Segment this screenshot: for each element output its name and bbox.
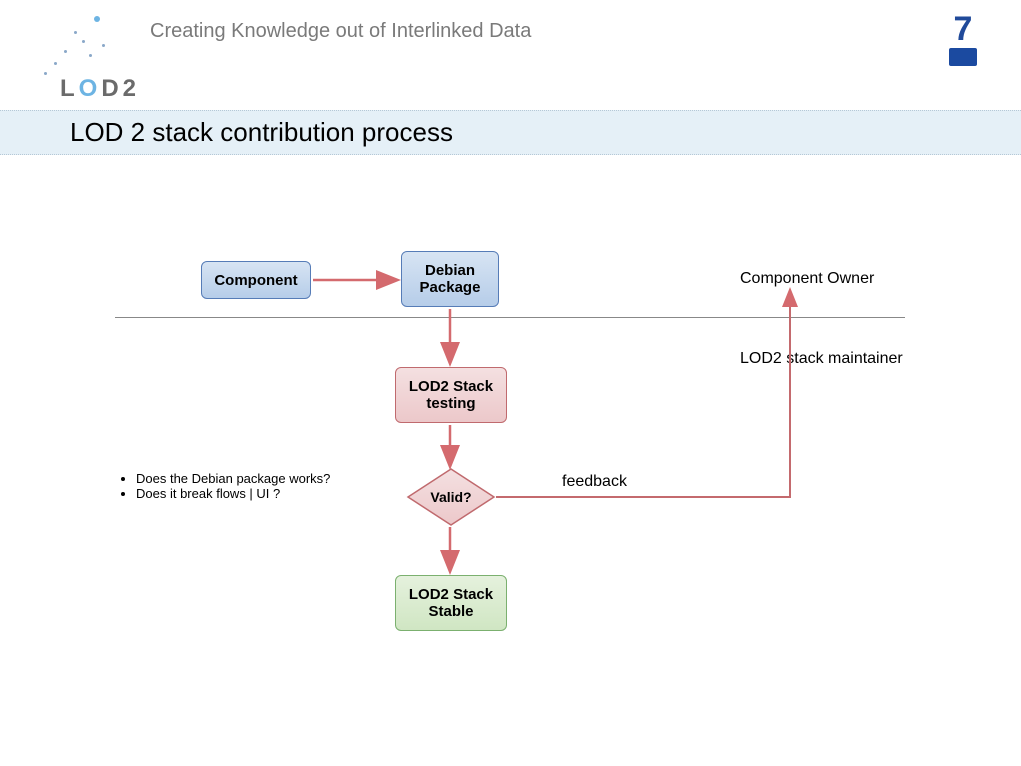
node-label: Valid? [406,467,496,527]
framework-seven-icon: 7 [933,12,993,46]
diagram-canvas: Component Debian Package LOD2 Stack test… [0,155,1021,766]
node-label: Component [214,272,297,289]
title-bar: LOD 2 stack contribution process [0,110,1021,155]
label-stack-maintainer: LOD2 stack maintainer [740,350,903,368]
eu-flag-icon [949,48,977,66]
logo-part: L [60,75,79,102]
node-label: LOD2 Stack Stable [400,586,502,620]
separator-line [115,317,905,318]
label-feedback: feedback [562,473,627,491]
logo-part: O [79,75,102,102]
framework-programme-badge: 7 [933,12,993,72]
logo-part: D2 [101,75,140,102]
node-label: Debian Package [406,262,494,296]
slide-header: Creating Knowledge out of Interlinked Da… [0,0,1021,110]
node-valid-decision: Valid? [406,467,496,527]
node-component: Component [201,261,311,299]
label-component-owner: Component Owner [740,270,874,288]
validation-questions: Does the Debian package works? Does it b… [118,471,330,501]
node-label: LOD2 Stack testing [400,378,502,412]
node-stack-testing: LOD2 Stack testing [395,367,507,423]
node-stack-stable: LOD2 Stack Stable [395,575,507,631]
arrow-feedback [496,291,790,497]
flow-arrows [0,155,1021,766]
lod2-logo: LOD2 [60,75,140,103]
node-debian-package: Debian Package [401,251,499,307]
bullet-item: Does it break flows | UI ? [136,486,330,501]
tagline-text: Creating Knowledge out of Interlinked Da… [150,20,531,43]
slide-title: LOD 2 stack contribution process [70,117,453,147]
bullet-item: Does the Debian package works? [136,471,330,486]
